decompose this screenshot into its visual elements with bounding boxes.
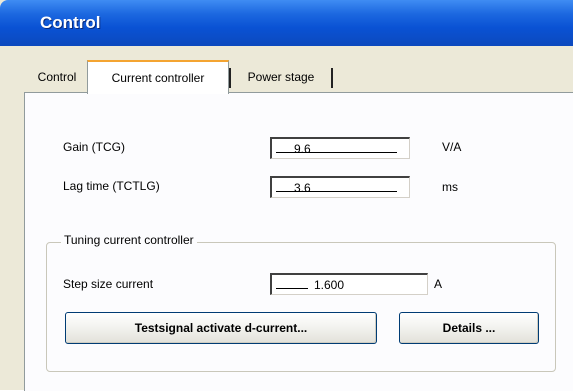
tab-panel-current-controller: Gain (TCG) 9.6 V/A Lag time (TCTLG) 3.6 …: [24, 92, 573, 391]
gain-value: 9.6: [294, 142, 311, 156]
tab-power-stage[interactable]: Power stage: [233, 64, 329, 90]
tab-separator: [331, 68, 333, 88]
lag-time-value: 3.6: [294, 181, 311, 195]
step-size-value: 1.600: [314, 278, 345, 292]
step-size-underline: [276, 288, 308, 289]
step-size-unit: A: [434, 277, 443, 291]
window-title: Control: [40, 13, 101, 32]
gain-unit: V/A: [442, 140, 462, 154]
step-size-field[interactable]: 1.600: [270, 273, 428, 295]
tab-current-controller[interactable]: Current controller: [87, 60, 229, 94]
testsignal-activate-button[interactable]: Testsignal activate d-current...: [65, 312, 377, 344]
tab-control[interactable]: Control: [29, 64, 85, 90]
gain-label: Gain (TCG): [63, 140, 126, 154]
lag-time-unit: ms: [442, 180, 458, 194]
tab-strip: Control Current controller Power stage: [27, 60, 573, 94]
gain-underline: [276, 152, 397, 153]
tab-separator: [229, 68, 231, 88]
title-bar[interactable]: Control: [0, 0, 573, 46]
tuning-current-controller-group: [46, 242, 556, 372]
step-size-label: Step size current: [63, 277, 154, 291]
gain-field[interactable]: 9.6: [270, 137, 410, 159]
details-button[interactable]: Details ...: [399, 312, 539, 344]
control-window: Control Control Current controller Power…: [0, 0, 573, 391]
lag-time-label: Lag time (TCTLG): [63, 179, 160, 193]
lag-time-underline: [276, 191, 397, 192]
tuning-group-title: Tuning current controller: [61, 233, 197, 247]
lag-time-field[interactable]: 3.6: [270, 176, 410, 198]
